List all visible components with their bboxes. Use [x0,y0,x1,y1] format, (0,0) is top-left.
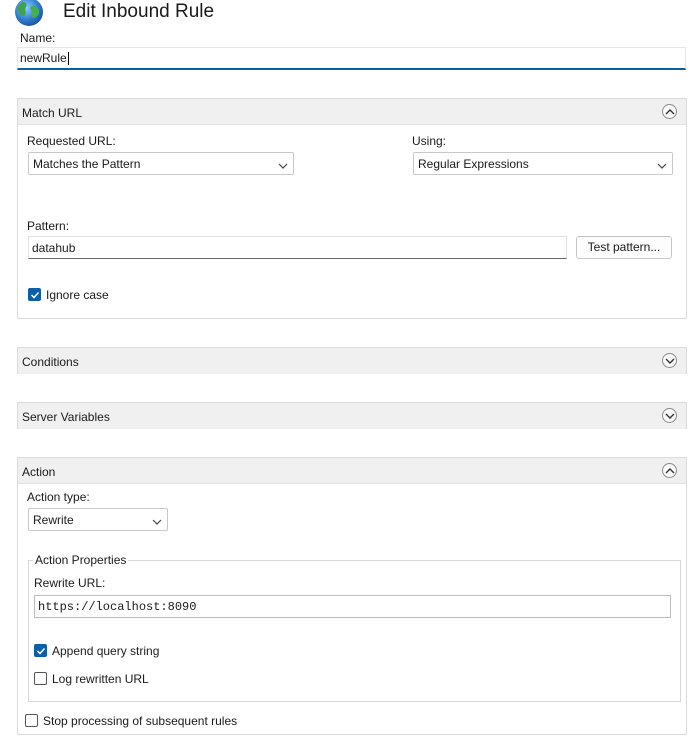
action-title: Action [22,465,56,479]
name-input[interactable]: newRule [17,47,686,70]
action-properties-title: Action Properties [33,553,129,567]
append-query-label: Append query string [52,644,160,658]
pattern-value: datahub [32,241,76,255]
conditions-section: Conditions [17,347,687,374]
ignore-case-label: Ignore case [46,288,109,302]
rewrite-url-value: https://localhost:8090 [38,600,197,614]
ignore-case-checkbox[interactable] [28,288,41,301]
match-url-title: Match URL [22,106,83,120]
match-url-header[interactable]: Match URL [18,99,686,125]
action-properties-group: Action Properties Rewrite URL: https://l… [28,553,681,702]
pattern-label: Pattern: [27,219,70,233]
stop-processing-checkbox[interactable] [25,714,38,727]
append-query-checkbox[interactable] [34,644,47,657]
pattern-input[interactable]: datahub [28,236,567,259]
name-label: Name: [20,31,56,45]
text-caret [67,51,69,65]
action-type-select[interactable]: Rewrite [28,508,168,531]
using-select[interactable]: Regular Expressions [413,152,673,175]
chevron-down-icon [657,159,667,173]
stop-processing-label: Stop processing of subsequent rules [43,714,238,728]
conditions-header[interactable]: Conditions [18,348,686,374]
requested-url-select[interactable]: Matches the Pattern [28,152,294,175]
chevron-down-icon [152,515,162,529]
action-type-label: Action type: [27,490,90,504]
match-url-section: Match URL Requested URL: Matches the Pat… [17,98,687,319]
action-header[interactable]: Action [18,458,686,484]
using-label: Using: [412,134,447,148]
collapse-chevron-up-icon[interactable] [662,104,677,119]
expand-chevron-down-icon[interactable] [662,408,677,423]
log-rewritten-label: Log rewritten URL [52,672,149,686]
chevron-down-icon [278,159,288,173]
conditions-title: Conditions [22,355,79,369]
expand-chevron-down-icon[interactable] [662,353,677,368]
globe-icon [13,0,45,27]
action-type-value: Rewrite [33,513,74,527]
requested-url-label: Requested URL: [27,134,116,148]
server-variables-header[interactable]: Server Variables [18,403,686,429]
server-variables-title: Server Variables [22,410,110,424]
name-value: newRule [20,51,67,65]
collapse-chevron-up-icon[interactable] [662,463,677,478]
server-variables-section: Server Variables [17,402,687,429]
log-rewritten-checkbox[interactable] [34,672,47,685]
test-pattern-button[interactable]: Test pattern... [576,236,672,259]
using-value: Regular Expressions [418,157,529,171]
rewrite-url-label: Rewrite URL: [34,576,106,590]
rewrite-url-input[interactable]: https://localhost:8090 [34,595,671,618]
requested-url-value: Matches the Pattern [33,157,141,171]
window-title: Edit Inbound Rule [63,1,215,22]
action-section: Action Action type: Rewrite Action Prope… [17,457,687,735]
